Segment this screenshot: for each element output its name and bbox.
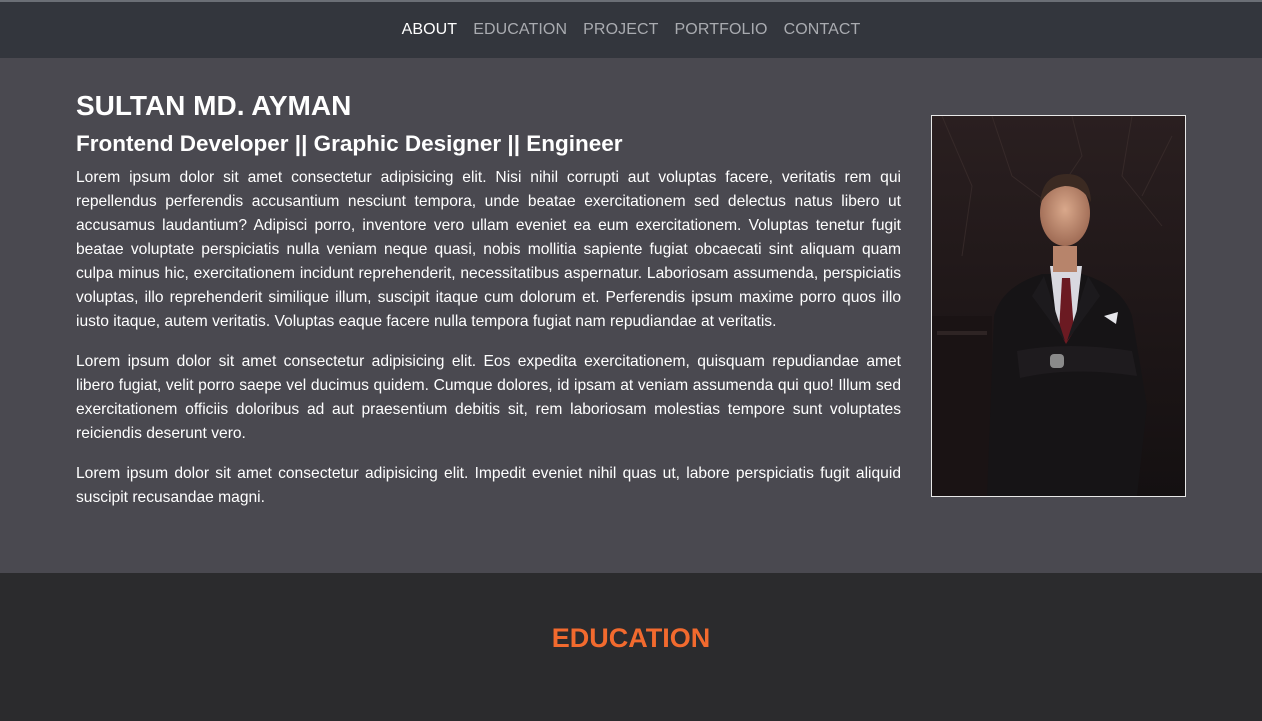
nav-link-project[interactable]: PROJECT xyxy=(583,21,658,39)
profile-photo xyxy=(931,115,1186,497)
about-text: Lorem ipsum dolor sit amet consectetur a… xyxy=(76,166,901,526)
top-navbar: ABOUT EDUCATION PROJECT PORTFOLIO CONTAC… xyxy=(0,0,1262,58)
education-section: EDUCATION xyxy=(0,573,1262,721)
about-paragraph: Lorem ipsum dolor sit amet consectetur a… xyxy=(76,169,901,330)
profile-subtitle: Frontend Developer || Graphic Designer |… xyxy=(76,131,623,156)
portrait-image xyxy=(932,116,1185,496)
education-heading: EDUCATION xyxy=(551,623,711,653)
about-paragraph: Lorem ipsum dolor sit amet consectetur a… xyxy=(76,353,901,442)
nav-link-portfolio[interactable]: PORTFOLIO xyxy=(675,21,768,39)
nav-link-education[interactable]: EDUCATION xyxy=(473,21,567,39)
nav-link-contact[interactable]: CONTACT xyxy=(784,21,861,39)
nav-link-about[interactable]: ABOUT xyxy=(402,21,458,39)
profile-name: SULTAN MD. AYMAN xyxy=(76,90,352,121)
about-section: SULTAN MD. AYMAN Frontend Developer || G… xyxy=(0,58,1262,573)
about-paragraph: Lorem ipsum dolor sit amet consectetur a… xyxy=(76,465,901,506)
